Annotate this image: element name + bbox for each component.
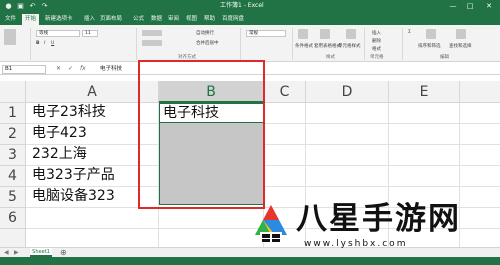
ribbon-divider [292, 28, 293, 60]
ribbon-divider [136, 28, 137, 60]
format-table-button[interactable]: 套用表格格式 [314, 43, 341, 49]
cancel-icon[interactable]: ✕ [56, 65, 61, 73]
redo-icon[interactable]: ↷ [40, 2, 49, 10]
cell-a3[interactable]: 232上海 [32, 144, 87, 165]
enter-icon[interactable]: ✓ [68, 65, 73, 73]
underline-button[interactable]: U [51, 41, 54, 46]
undo-icon[interactable]: ↶ [28, 2, 37, 10]
ribbon-divider [402, 28, 403, 60]
save-icon[interactable]: ▣ [16, 2, 25, 10]
tab-insert[interactable]: 插入 [84, 15, 95, 23]
align-left-icon[interactable] [142, 40, 162, 46]
sheet-tab[interactable]: Sheet1 [30, 248, 52, 257]
fx-icon[interactable]: fx [80, 65, 86, 73]
number-format-select[interactable]: 常规 [246, 30, 286, 37]
merge-center-button[interactable]: 合并后居中 [196, 40, 219, 46]
row-header-4[interactable]: 4 [0, 166, 26, 187]
sheet-next-icon[interactable]: ▶ [14, 249, 19, 257]
group-cells-label: 单元格 [370, 55, 384, 60]
tab-home[interactable]: 开始 [22, 14, 40, 25]
column-header-blank [460, 81, 500, 103]
maximize-button[interactable]: □ [463, 1, 477, 11]
ribbon-divider [364, 28, 365, 60]
group-styles-label: 样式 [326, 55, 335, 60]
cell-a1[interactable]: 电子23科技 [32, 102, 106, 123]
row-header-3[interactable]: 3 [0, 145, 26, 166]
font-size-select[interactable]: 11 [82, 30, 98, 37]
tab-new-tab[interactable]: 新建选项卡 [45, 15, 73, 23]
group-editing-label: 编辑 [440, 55, 449, 60]
format-cells-button[interactable]: 格式 [372, 46, 381, 52]
cell-a4[interactable]: 电323子产品 [32, 165, 115, 186]
sort-filter-button[interactable]: 排序和筛选 [418, 43, 441, 49]
title-bar: ● ▣ ↶ ↷ 工作簿1 - Excel — □ ✕ [0, 0, 500, 13]
wrap-text-button[interactable]: 自动换行 [196, 30, 214, 36]
tab-file[interactable]: 文件 [5, 15, 16, 23]
watermark-name: 八星手游网 [296, 201, 461, 237]
autosum-icon[interactable]: Σ [408, 30, 411, 35]
tab-data[interactable]: 数据 [151, 15, 162, 23]
ribbon-divider [240, 28, 241, 60]
conditional-format-icon[interactable] [298, 29, 308, 39]
find-select-button[interactable]: 查找和选择 [449, 43, 472, 49]
row-header-blank [0, 229, 26, 248]
tab-page-layout[interactable]: 页面布局 [100, 15, 122, 23]
sheet-prev-icon[interactable]: ◀ [4, 249, 9, 257]
find-select-icon[interactable] [456, 29, 466, 39]
column-header-d[interactable]: D [306, 81, 389, 103]
sheet-tab-bar: ◀ ▶ Sheet1 ⊕ [0, 247, 500, 265]
tab-view[interactable]: 视图 [186, 15, 197, 23]
row-header-2[interactable]: 2 [0, 124, 26, 145]
status-bar [0, 257, 500, 265]
format-table-icon[interactable] [320, 29, 330, 39]
highlight-annotation-box [138, 60, 265, 209]
tab-baidu-netdisk[interactable]: 百度网盘 [222, 15, 244, 23]
font-name-select[interactable]: 等线 [36, 30, 80, 37]
close-button[interactable]: ✕ [482, 1, 496, 11]
minimize-button[interactable]: — [446, 1, 460, 11]
row-header-5[interactable]: 5 [0, 187, 26, 208]
tab-review[interactable]: 审阅 [168, 15, 179, 23]
bold-button[interactable]: B [36, 41, 39, 46]
watermark-logo [255, 205, 287, 243]
italic-button[interactable]: I [44, 41, 45, 46]
row-header-1[interactable]: 1 [0, 103, 26, 124]
add-sheet-icon[interactable]: ⊕ [60, 248, 67, 257]
ribbon: 等线 11 B I U 自动换行 合并后居中 对齐方式 常规 条件格式 套用表格… [0, 25, 500, 62]
cell-styles-icon[interactable] [346, 29, 356, 39]
formula-input[interactable]: 电子科技 [100, 65, 122, 73]
row-header-6[interactable]: 6 [0, 208, 26, 229]
cell-styles-button[interactable]: 单元格样式 [338, 43, 361, 49]
insert-cells-button[interactable]: 插入 [372, 30, 381, 36]
tab-formulas[interactable]: 公式 [133, 15, 144, 23]
cell-a5[interactable]: 电脑设备323 [32, 186, 115, 207]
tab-help[interactable]: 帮助 [204, 15, 215, 23]
watermark-url: www.lyshbx.com [304, 239, 408, 249]
sort-filter-icon[interactable] [426, 29, 436, 39]
ribbon-tabs: 文件 开始 新建选项卡 插入 页面布局 公式 数据 审阅 视图 帮助 百度网盘 [0, 13, 500, 25]
delete-cells-button[interactable]: 删除 [372, 38, 381, 44]
cell-a2[interactable]: 电子423 [32, 123, 87, 144]
column-header-e[interactable]: E [389, 81, 460, 103]
window-title: 工作簿1 - Excel [220, 2, 264, 9]
autosave-icon[interactable]: ● [4, 2, 13, 10]
align-top-icon[interactable] [142, 30, 162, 36]
ribbon-divider [30, 28, 31, 60]
column-header-c[interactable]: C [264, 81, 306, 103]
conditional-format-button[interactable]: 条件格式 [295, 43, 313, 49]
select-all-corner[interactable] [0, 81, 26, 103]
paste-icon[interactable] [4, 29, 16, 45]
name-box[interactable]: B1 [2, 65, 46, 74]
